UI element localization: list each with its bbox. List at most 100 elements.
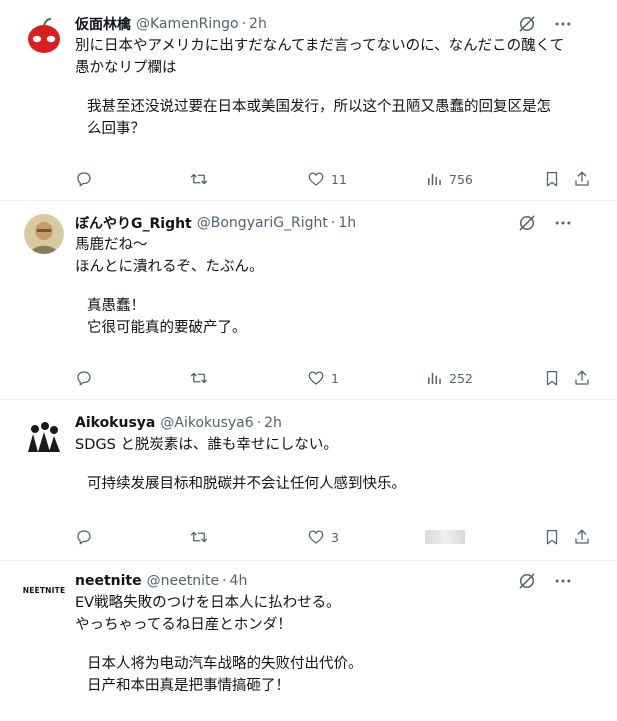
grok-icon[interactable] — [517, 14, 537, 34]
text-logo-avatar[interactable]: NEETNITE — [22, 579, 66, 601]
timestamp[interactable]: 4h — [230, 573, 248, 589]
views-icon — [425, 170, 443, 188]
bookmark-icon — [543, 170, 561, 188]
author-name[interactable]: neetnite — [75, 573, 142, 589]
tweet-actions: 1 252 — [75, 367, 597, 389]
text-line: SDGS と脱炭素は、誰も幸せにしない。 — [75, 437, 338, 453]
author-handle[interactable]: @KamenRingo — [136, 16, 239, 32]
translation-line: 日产和本田真是把事情搞砸了！ — [87, 678, 290, 694]
grok-icon[interactable] — [517, 213, 537, 233]
tweet-header: neetnite @neetnite · 4h — [75, 570, 597, 592]
share-button[interactable] — [573, 168, 591, 190]
tweet-neetnite[interactable]: NEETNITE neetnite @neetnite · 4h EV戦略失敗の… — [0, 561, 617, 721]
tweet-aikokusya[interactable]: Aikokusya @Aikokusya6 · 2h SDGS と脱炭素は、誰も… — [0, 400, 617, 560]
like-button[interactable]: 3 — [307, 526, 339, 548]
like-button[interactable]: 1 — [307, 367, 339, 389]
repost-button[interactable] — [190, 526, 208, 548]
timestamp[interactable]: 1h — [338, 215, 356, 231]
text-line: 別に日本やアメリカに出すだなんてまだ言ってないのに、なんだこの醜くて — [75, 38, 565, 54]
text-line: やっちゃってるね日産とホンダ！ — [75, 617, 292, 633]
tweet-header: Aikokusya @Aikokusya6 · 2h — [75, 412, 597, 434]
like-button[interactable]: 11 — [307, 168, 347, 190]
translation-line: 可持续发展目标和脱碳并不会让任何人感到快乐。 — [87, 476, 406, 492]
separator-dot: · — [222, 573, 227, 589]
grok-icon[interactable] — [517, 571, 537, 591]
text-line: ほんとに潰れるぞ、たぶん。 — [75, 259, 264, 275]
header-actions — [517, 571, 573, 591]
avatar-logo-text: NEETNITE — [22, 585, 66, 595]
repost-icon — [190, 369, 208, 387]
bookmark-button[interactable] — [543, 367, 561, 389]
views-button[interactable]: 252 — [425, 367, 473, 389]
timestamp[interactable]: 2h — [249, 16, 267, 32]
more-icon[interactable] — [553, 213, 573, 233]
author-name[interactable]: Aikokusya — [75, 415, 155, 431]
views-button[interactable]: 756 — [425, 168, 473, 190]
views-blurred — [425, 530, 465, 544]
author-handle[interactable]: @Aikokusya6 — [160, 415, 253, 431]
share-icon — [573, 528, 591, 546]
bookmark-icon — [543, 369, 561, 387]
views-button[interactable] — [425, 526, 465, 548]
like-icon — [307, 528, 325, 546]
text-line: EV戦略失敗のつけを日本人に払わせる。 — [75, 595, 341, 611]
more-icon[interactable] — [553, 14, 573, 34]
author-name[interactable]: ぼんやりG_Right — [75, 213, 192, 233]
repost-icon — [190, 528, 208, 546]
timestamp[interactable]: 2h — [264, 415, 282, 431]
reply-button[interactable] — [75, 526, 93, 548]
reply-button[interactable] — [75, 168, 93, 190]
apple-avatar[interactable] — [24, 15, 64, 55]
share-button[interactable] — [573, 367, 591, 389]
separator-dot: · — [330, 215, 336, 231]
like-icon — [307, 170, 325, 188]
header-actions — [517, 213, 573, 233]
like-count: 3 — [331, 529, 339, 545]
translation-line: 日本人将为电动汽车战略的失败付出代价。 — [87, 656, 363, 672]
repost-button[interactable] — [190, 367, 208, 389]
repost-button[interactable] — [190, 168, 208, 190]
text-line: 馬鹿だね～ — [75, 237, 148, 253]
group-avatar[interactable] — [24, 414, 64, 454]
like-icon — [307, 369, 325, 387]
author-name[interactable]: 仮面林檎 — [75, 14, 131, 34]
tweet-header: ぼんやりG_Right @BongyariG_Right · 1h — [75, 212, 597, 234]
tweet-text: EV戦略失敗のつけを日本人に払わせる。 やっちゃってるね日産とホンダ！ 日本人将… — [75, 592, 593, 697]
bookmark-icon — [543, 528, 561, 546]
share-button[interactable] — [573, 526, 591, 548]
like-count: 1 — [331, 370, 339, 386]
view-count: 756 — [449, 171, 473, 187]
reply-icon — [75, 528, 93, 546]
reply-icon — [75, 170, 93, 188]
tweet-actions: 11 756 — [75, 168, 597, 190]
tweet-bongyari[interactable]: ぼんやりG_Right @BongyariG_Right · 1h 馬鹿だね～ … — [0, 201, 617, 399]
translation-line: 我甚至还没说过要在日本或美国发行，所以这个丑陋又愚蠢的回复区是怎 — [87, 99, 551, 115]
reply-button[interactable] — [75, 367, 93, 389]
share-icon — [573, 170, 591, 188]
tweet-text: 馬鹿だね～ ほんとに潰れるぞ、たぶん。 真愚蠢！ 它很可能真的要破产了。 — [75, 234, 593, 339]
tweet-text: 別に日本やアメリカに出すだなんてまだ言ってないのに、なんだこの醜くて 愚かなリプ… — [75, 35, 593, 140]
author-handle[interactable]: @BongyariG_Right — [197, 215, 328, 231]
author-handle[interactable]: @neetnite — [147, 573, 219, 589]
separator-dot: · — [241, 16, 247, 32]
repost-icon — [190, 170, 208, 188]
translation-line: 它很可能真的要破产了。 — [87, 320, 247, 336]
separator-dot: · — [256, 415, 262, 431]
tweet-text: SDGS と脱炭素は、誰も幸せにしない。 可持续发展目标和脱碳并不会让任何人感到… — [75, 434, 593, 495]
bookmark-button[interactable] — [543, 168, 561, 190]
translation-line: 么回事？ — [87, 121, 145, 137]
bookmark-button[interactable] — [543, 526, 561, 548]
tweet-actions: 3 — [75, 526, 597, 548]
like-count: 11 — [331, 171, 347, 187]
more-icon[interactable] — [553, 571, 573, 591]
tweet-kamenringo[interactable]: 仮面林檎 @KamenRingo · 2h 別に日本やアメリカに出すだなんてまだ… — [0, 0, 617, 200]
views-icon — [425, 369, 443, 387]
view-count: 252 — [449, 370, 473, 386]
reply-icon — [75, 369, 93, 387]
header-actions — [517, 14, 573, 34]
translation-line: 真愚蠢！ — [87, 298, 145, 314]
share-icon — [573, 369, 591, 387]
portrait-avatar[interactable] — [24, 214, 64, 254]
text-line: 愚かなリプ欄は — [75, 60, 177, 76]
tweet-header: 仮面林檎 @KamenRingo · 2h — [75, 13, 597, 35]
